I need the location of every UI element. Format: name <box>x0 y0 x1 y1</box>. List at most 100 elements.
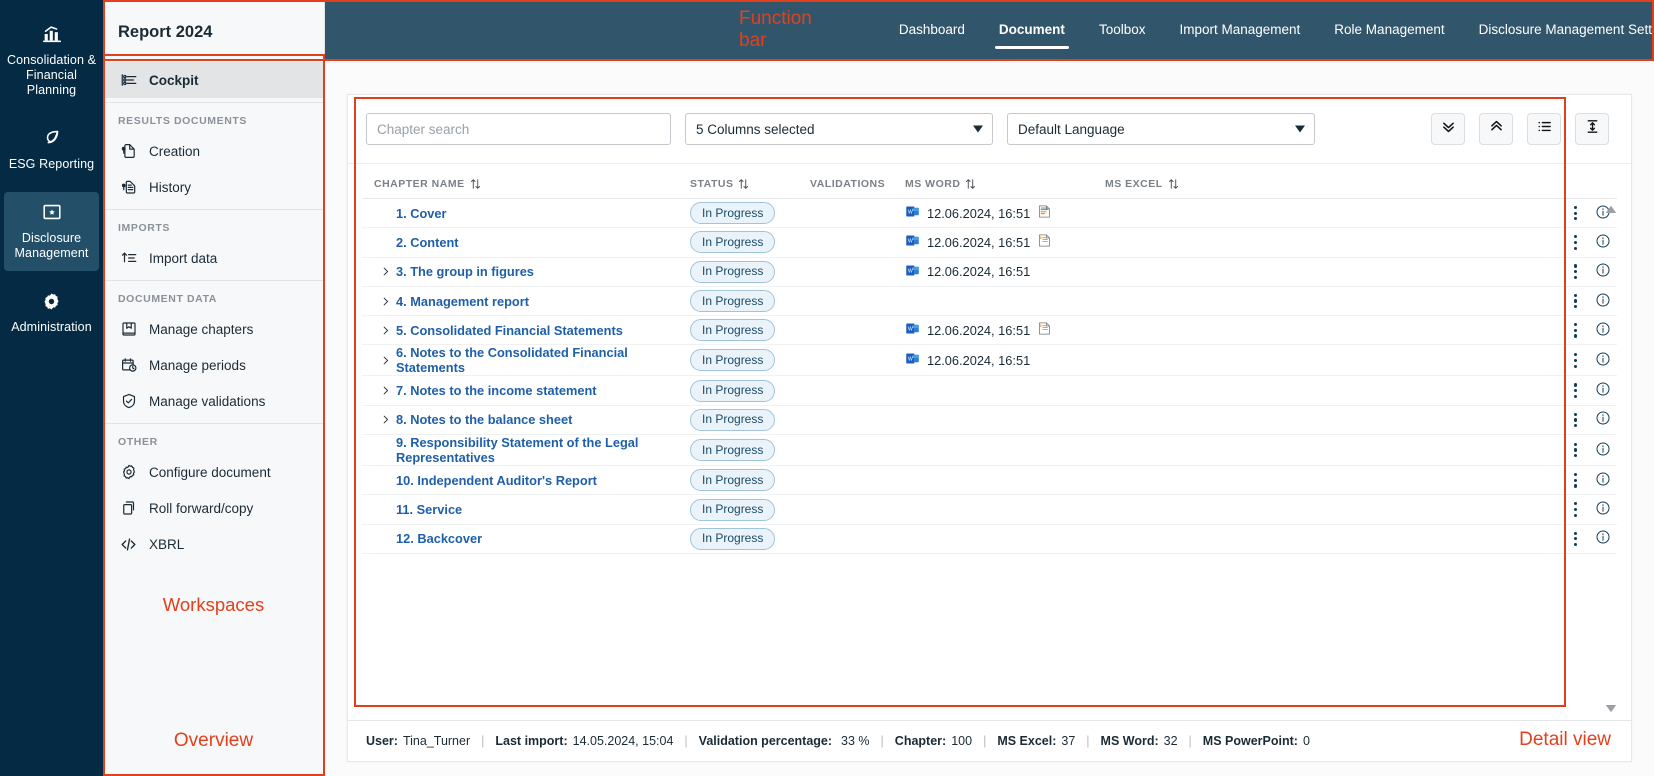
table-row[interactable]: 11. Service In Progress <box>362 495 1617 525</box>
table-row[interactable]: 2. Content In Progress W 12.06.2024, 16:51 <box>362 228 1617 258</box>
column-header-ms-excel[interactable]: MS Excel <box>1105 178 1515 190</box>
chapter-name-link[interactable]: 12. Backcover <box>396 531 488 546</box>
overview-item-xbrl[interactable]: XBRL <box>103 526 324 563</box>
row-menu-button[interactable] <box>1570 380 1581 401</box>
row-menu-button[interactable] <box>1570 291 1581 312</box>
status-badge: In Progress <box>690 319 776 342</box>
row-menu-button[interactable] <box>1570 499 1581 520</box>
chapter-name-link[interactable]: 2. Content <box>396 235 465 250</box>
overview-group-results-documents: RESULTS DOCUMENTS <box>118 115 248 127</box>
chapter-name-link[interactable]: 3. The group in figures <box>396 264 540 279</box>
row-menu-button[interactable] <box>1570 470 1581 491</box>
gear-icon <box>118 463 139 481</box>
expand-chevron-icon[interactable] <box>374 296 396 307</box>
expand-chevron-icon[interactable] <box>374 355 396 366</box>
row-menu-button[interactable] <box>1570 410 1581 431</box>
row-menu-button[interactable] <box>1570 529 1581 550</box>
rail-item-consolidation[interactable]: Consolidation & Financial Planning <box>4 14 99 108</box>
row-height-button[interactable] <box>1575 113 1609 145</box>
doc-list-icon[interactable] <box>1037 233 1052 251</box>
report-doc-icon[interactable] <box>1037 204 1052 222</box>
overview-item-history[interactable]: History <box>103 169 324 205</box>
main-area: Function bar Dashboard Document Toolbox … <box>325 0 1654 776</box>
collapse-all-button[interactable] <box>1479 113 1513 145</box>
svg-text:W: W <box>908 210 913 216</box>
rail-item-disclosure-management[interactable]: Disclosure Management <box>4 192 99 271</box>
overview-item-manage-validations[interactable]: Manage validations <box>103 383 324 419</box>
overview-item-configure-document[interactable]: Configure document <box>103 454 324 490</box>
column-header-label: MS Word <box>905 178 961 190</box>
chapter-name-link[interactable]: 4. Management report <box>396 294 535 309</box>
nav-item-disclosure-management-settings[interactable]: Disclosure Management Settings <box>1462 0 1654 59</box>
row-menu-button[interactable] <box>1570 440 1581 461</box>
nav-item-document[interactable]: Document <box>982 0 1082 59</box>
status-badge: In Progress <box>690 379 776 402</box>
chapter-name-link[interactable]: 6. Notes to the Consolidated Financial S… <box>396 345 690 375</box>
expand-all-button[interactable] <box>1431 113 1465 145</box>
overview-item-import-data[interactable]: Import data <box>103 240 324 276</box>
column-header-validations[interactable]: Validations <box>810 178 905 190</box>
scroll-down-arrow-icon[interactable] <box>1605 700 1617 718</box>
chapter-search-input[interactable] <box>366 113 671 145</box>
column-header-ms-word[interactable]: MS Word <box>905 178 1105 190</box>
overview-item-manage-chapters[interactable]: Manage chapters <box>103 311 324 347</box>
row-menu-button[interactable] <box>1570 232 1581 253</box>
row-menu-button[interactable] <box>1570 261 1581 282</box>
table-row[interactable]: 4. Management report In Progress <box>362 287 1617 317</box>
table-row[interactable]: 10. Independent Auditor's Report In Progr… <box>362 466 1617 496</box>
overview-item-manage-periods[interactable]: Manage periods <box>103 347 324 383</box>
status-last-import-label: Last import: <box>495 734 568 748</box>
doc-list-icon[interactable] <box>1037 321 1052 339</box>
table-row[interactable]: 7. Notes to the income statement In Progr… <box>362 376 1617 406</box>
overview-item-label: History <box>149 179 192 195</box>
table-row[interactable]: 3. The group in figures In Progress W 12.06… <box>362 258 1617 287</box>
table-row[interactable]: 9. Responsibility Statement of the Legal… <box>362 435 1617 467</box>
nav-item-import-management[interactable]: Import Management <box>1162 0 1317 59</box>
sort-icon <box>738 178 749 190</box>
chapter-name-link[interactable]: 1. Cover <box>396 206 453 221</box>
rail-item-administration[interactable]: Administration <box>4 281 99 345</box>
language-select[interactable]: Default Language <box>1007 113 1315 145</box>
table-row[interactable]: 8. Notes to the balance sheet In Progress <box>362 406 1617 436</box>
column-header-status[interactable]: Status <box>690 178 810 190</box>
nav-item-dashboard[interactable]: Dashboard <box>882 0 982 59</box>
table-row[interactable]: 5. Consolidated Financial Statements In P… <box>362 316 1617 346</box>
row-menu-button[interactable] <box>1570 203 1581 224</box>
column-header-label: Status <box>690 178 734 190</box>
expand-chevron-icon[interactable] <box>374 325 396 336</box>
nav-item-toolbox[interactable]: Toolbox <box>1082 0 1163 59</box>
overview-item-creation[interactable]: Creation <box>103 133 324 169</box>
chapter-name-link[interactable]: 11. Service <box>396 502 468 517</box>
chapter-name-link[interactable]: 9. Responsibility Statement of the Legal… <box>396 435 690 465</box>
rail-item-label: Disclosure Management <box>14 231 89 260</box>
detail-view: 5 Columns selected Default Language <box>347 94 1632 762</box>
status-badge: In Progress <box>690 231 776 254</box>
expand-chevron-icon[interactable] <box>374 414 396 425</box>
table-row[interactable]: 6. Notes to the Consolidated Financial S… <box>362 345 1617 377</box>
overview-item-label: Configure document <box>149 464 271 480</box>
overview-item-label: Cockpit <box>149 72 199 88</box>
expand-chevron-icon[interactable] <box>374 266 396 277</box>
scroll-up-arrow-icon[interactable] <box>1605 201 1617 219</box>
expand-chevron-icon[interactable] <box>374 385 396 396</box>
row-menu-button[interactable] <box>1570 350 1581 371</box>
chapter-name-link[interactable]: 7. Notes to the income statement <box>396 383 603 398</box>
list-view-button[interactable] <box>1527 113 1561 145</box>
chapter-name-link[interactable]: 10. Independent Auditor's Report <box>396 473 603 488</box>
row-menu-button[interactable] <box>1570 320 1581 341</box>
overview-item-cockpit[interactable]: Cockpit <box>103 62 324 98</box>
table-row[interactable]: 1. Cover In Progress W 12.06.2024, 16:51 <box>362 199 1617 229</box>
column-header-chapter-name[interactable]: Chapter Name <box>362 178 690 190</box>
nav-item-role-management[interactable]: Role Management <box>1317 0 1461 59</box>
table-row[interactable]: 12. Backcover In Progress <box>362 525 1617 554</box>
rail-item-esg-reporting[interactable]: ESG Reporting <box>4 118 99 182</box>
table-scrollbar[interactable] <box>1603 199 1617 720</box>
status-badge: In Progress <box>690 349 776 372</box>
chapter-name-link[interactable]: 8. Notes to the balance sheet <box>396 412 578 427</box>
creation-icon <box>118 142 139 160</box>
overview-item-roll-forward-copy[interactable]: Roll forward/copy <box>103 490 324 526</box>
bar-chart-icon <box>41 22 63 46</box>
chapter-name-link[interactable]: 5. Consolidated Financial Statements <box>396 323 629 338</box>
status-ppt-value: 0 <box>1302 734 1310 748</box>
columns-select[interactable]: 5 Columns selected <box>685 113 993 145</box>
